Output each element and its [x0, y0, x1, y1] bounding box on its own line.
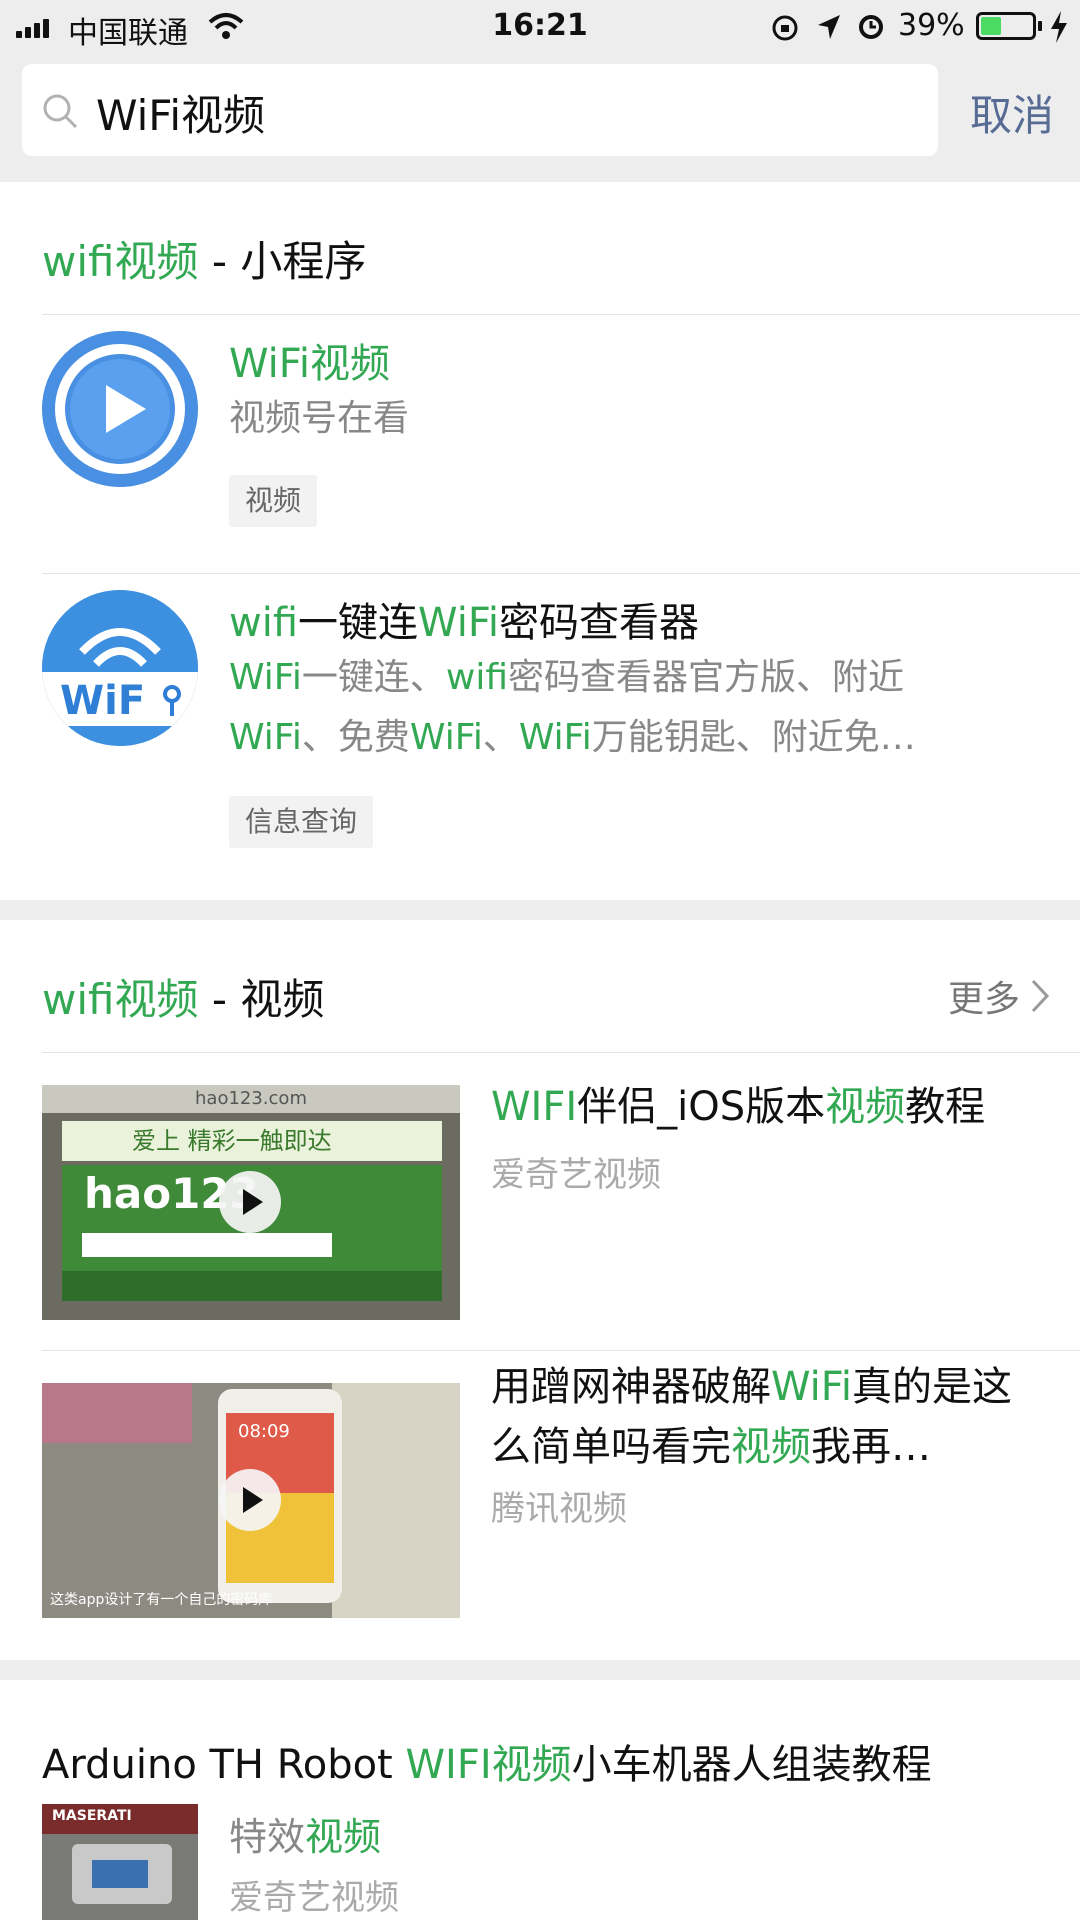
highlighted-keyword: 视频: [305, 1815, 382, 1859]
highlighted-keyword: wifi: [229, 600, 299, 646]
thumbnail-url-text: hao123.com: [42, 1085, 460, 1113]
section-title-label: - 视频: [198, 975, 325, 1024]
charging-icon: [1051, 11, 1067, 43]
text-segment: 密码查看器官方版、附近: [508, 657, 905, 698]
video-thumbnail: hao123.com 爱上 精彩一触即达 hao123: [42, 1085, 460, 1320]
alarm-icon: [859, 15, 883, 39]
article-description: 特效视频: [229, 1806, 381, 1861]
article-source: 爱奇艺视频: [229, 1878, 399, 1918]
rotation-lock-icon: [772, 15, 798, 41]
thumbnail-banner-text: 爱上 精彩一触即达: [62, 1121, 442, 1161]
highlighted-keyword: WiFi: [418, 600, 500, 646]
highlighted-keyword: 视频: [825, 1084, 906, 1130]
play-app-icon: [42, 331, 198, 487]
item-title: wifi一键连WiFi密码查看器: [229, 590, 699, 648]
play-icon: [219, 1469, 281, 1531]
category-tag: 信息查询: [229, 796, 374, 848]
play-icon: [219, 1171, 281, 1233]
section-title: wifi视频 - 小程序: [42, 228, 366, 289]
text-segment: 密码查看器: [499, 600, 700, 646]
thumbnail-brand-text: MASERATI: [52, 1808, 132, 1824]
highlighted-keyword: WIFI视频: [405, 1742, 572, 1788]
text-segment: 我再…: [811, 1424, 931, 1470]
more-label: 更多: [947, 979, 1020, 1020]
search-query-text: WiFi视频: [96, 91, 266, 140]
text-segment: 用蹭网神器破解: [491, 1364, 771, 1410]
video-source: 腾讯视频: [491, 1489, 627, 1529]
chevron-right-icon: [1031, 979, 1050, 1013]
cancel-button[interactable]: 取消: [970, 82, 1054, 143]
text-segment: 、免费: [301, 717, 410, 758]
text-segment: 一键连、: [301, 657, 446, 698]
text-segment: 特效: [229, 1815, 306, 1859]
battery-percent: 39%: [898, 8, 965, 43]
item-description: WiFi一键连、wifi密码查看器官方版、附近 WiFi、免费WiFi、WiFi万…: [229, 648, 916, 768]
highlighted-keyword: WiFi: [771, 1364, 852, 1410]
section-title-keyword: wifi视频: [42, 975, 199, 1024]
mini-program-section: wifi视频 - 小程序 WiFi视频 视频号在看 视频 WiF wifi一键连…: [0, 182, 1080, 900]
highlighted-keyword: WiFi: [518, 717, 592, 758]
thumbnail-caption-text: 这类app设计了有一个自己的密码库: [50, 1592, 273, 1608]
mini-program-item-wifi-video[interactable]: WiFi视频 视频号在看 视频: [0, 315, 1080, 573]
text-segment: 伴侣_iOS版本: [577, 1084, 826, 1130]
item-description: 视频号在看: [229, 389, 409, 449]
section-title: wifi视频 - 视频: [42, 966, 324, 1027]
section-title-label: - 小程序: [198, 237, 367, 286]
text-segment: 一键连: [298, 600, 419, 646]
highlighted-keyword: 视频: [731, 1424, 811, 1470]
video-thumbnail: 08:09 这类app设计了有一个自己的密码库: [42, 1383, 460, 1618]
item-title: WiFi视频: [229, 331, 390, 389]
text-segment: 万能钥匙、附近免…: [591, 717, 916, 758]
highlighted-keyword: wifi: [445, 657, 509, 698]
location-icon: [818, 15, 840, 39]
text-segment: 教程: [905, 1084, 986, 1130]
battery-icon: [976, 12, 1036, 40]
highlighted-keyword: WiFi视频: [229, 341, 390, 387]
article-thumbnail: MASERATI: [42, 1804, 198, 1920]
video-item[interactable]: hao123.com 爱上 精彩一触即达 hao123 WIFI伴侣_iOS版本…: [0, 1053, 1080, 1350]
search-input[interactable]: WiFi视频: [22, 64, 938, 156]
highlighted-keyword: WiFi: [229, 717, 302, 758]
search-icon: [43, 94, 78, 129]
wifi-logo-text: WiF: [60, 678, 145, 724]
status-bar: 中国联通 16:21 39%: [0, 0, 1080, 52]
video-title: 用蹭网神器破解WiFi真的是这么简单吗看完视频我再…: [491, 1357, 1051, 1477]
text-segment: 小车机器人组装教程: [571, 1742, 932, 1788]
text-segment: 视频号在看: [229, 398, 410, 439]
more-link[interactable]: 更多: [948, 970, 1050, 1022]
text-segment: 、: [482, 717, 519, 758]
wifi-app-icon: WiF: [42, 590, 198, 746]
video-item[interactable]: 08:09 这类app设计了有一个自己的密码库 用蹭网神器破解WiFi真的是这么…: [0, 1351, 1080, 1660]
highlighted-keyword: WIFI: [491, 1084, 578, 1130]
video-section: wifi视频 - 视频 更多 hao123.com 爱上 精彩一触即达 hao1…: [0, 920, 1080, 1660]
article-title: Arduino TH Robot WIFI视频小车机器人组装教程: [42, 1732, 932, 1790]
text-segment: Arduino TH Robot: [42, 1742, 406, 1788]
video-title: WIFI伴侣_iOS版本视频教程: [491, 1077, 1051, 1137]
mini-program-item-wifi-password[interactable]: WiF wifi一键连WiFi密码查看器 WiFi一键连、wifi密码查看器官方…: [0, 574, 1080, 900]
article-result[interactable]: Arduino TH Robot WIFI视频小车机器人组装教程 MASERAT…: [0, 1680, 1080, 1920]
search-header: WiFi视频 取消: [0, 52, 1080, 182]
video-source: 爱奇艺视频: [491, 1155, 661, 1195]
category-tag: 视频: [229, 475, 318, 527]
section-title-keyword: wifi视频: [42, 237, 199, 286]
thumbnail-time-text: 08:09: [238, 1421, 290, 1442]
highlighted-keyword: WiFi: [229, 657, 302, 698]
highlighted-keyword: WiFi: [409, 717, 483, 758]
